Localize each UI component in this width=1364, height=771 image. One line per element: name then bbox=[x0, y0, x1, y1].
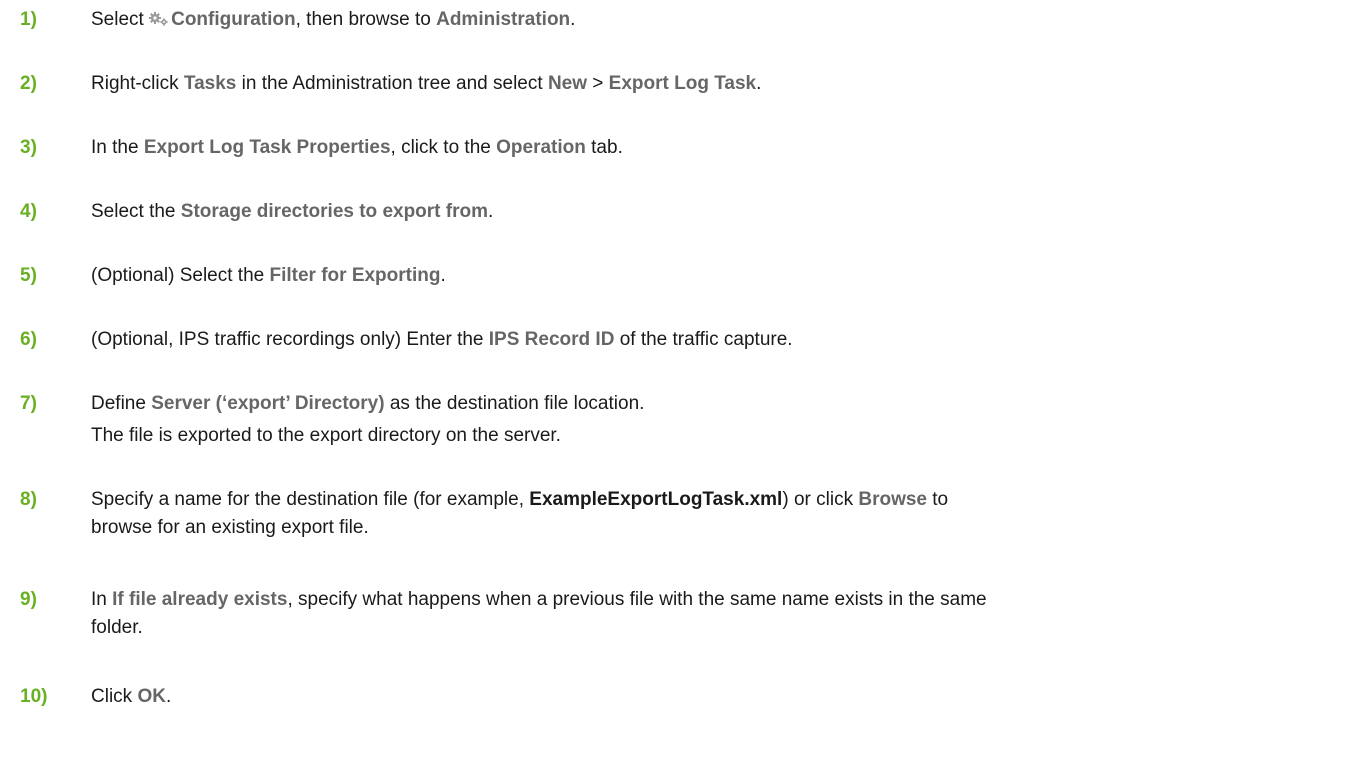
step-number: 9) bbox=[20, 589, 37, 610]
step-text: (Optional, IPS traffic recordings only) … bbox=[91, 326, 1351, 354]
ips-record-id-label: IPS Record ID bbox=[488, 329, 615, 350]
step-text-part: In bbox=[91, 589, 113, 610]
step-text-part: Select bbox=[91, 9, 150, 30]
step-text: (Optional) Select the Filter for Exporti… bbox=[91, 262, 1351, 290]
new-label: New bbox=[547, 73, 588, 94]
tasks-label: Tasks bbox=[183, 73, 237, 94]
step-text: In If file already exists, specify what … bbox=[91, 586, 1351, 642]
export-log-task-properties-label: Export Log Task Properties bbox=[143, 137, 391, 158]
administration-label: Administration bbox=[436, 9, 571, 30]
step-text: Select the Storage directories to export… bbox=[91, 198, 1351, 226]
browse-label: Browse bbox=[858, 489, 927, 510]
step-text: Select Configuration, then browse to Adm… bbox=[91, 6, 1351, 34]
ok-label: OK bbox=[137, 686, 166, 707]
step-text-part: > bbox=[587, 73, 609, 94]
step-number: 4) bbox=[20, 201, 37, 222]
example-file-name: ExampleExportLogTask.xml bbox=[529, 489, 783, 510]
step-text-part: of the traffic capture. bbox=[614, 329, 793, 350]
step-text-part: Click bbox=[91, 686, 138, 707]
step-text-part: . bbox=[756, 73, 762, 94]
step-text: Right-click Tasks in the Administration … bbox=[91, 70, 1351, 98]
step-text-part: to bbox=[926, 489, 949, 510]
step-text-continuation: folder. bbox=[91, 617, 143, 638]
step-number: 2) bbox=[20, 73, 37, 94]
step-text-part: . bbox=[440, 265, 446, 286]
gear-icon bbox=[149, 8, 169, 26]
step-text-part: Define bbox=[91, 393, 152, 414]
filter-for-exporting-label: Filter for Exporting bbox=[269, 265, 441, 286]
export-log-task-label: Export Log Task bbox=[608, 73, 757, 94]
step-text-part: Specify a name for the destination file … bbox=[91, 489, 530, 510]
step-number: 8) bbox=[20, 489, 37, 510]
step-text-continuation: browse for an existing export file. bbox=[91, 517, 369, 538]
operation-tab-label: Operation bbox=[496, 137, 586, 158]
step-text-part: In the bbox=[91, 137, 144, 158]
step-text-part: Right-click bbox=[91, 73, 184, 94]
step-text: Click OK. bbox=[91, 683, 1351, 711]
step-text-part: in the Administration tree and select bbox=[236, 73, 548, 94]
if-file-already-exists-label: If file already exists bbox=[112, 589, 288, 610]
step-text-part: Select the bbox=[91, 201, 181, 222]
storage-directories-label: Storage directories to export from bbox=[180, 201, 489, 222]
step-text: Specify a name for the destination file … bbox=[91, 486, 1351, 542]
step-text-part: as the destination file location. bbox=[384, 393, 645, 414]
step-text-part: , then browse to bbox=[295, 9, 437, 30]
step-text: In the Export Log Task Properties, click… bbox=[91, 134, 1351, 162]
step-text-part: . bbox=[165, 686, 172, 707]
step-number: 1) bbox=[20, 9, 37, 30]
step-number: 3) bbox=[20, 137, 37, 158]
step-text-part: , click to the bbox=[390, 137, 497, 158]
configuration-label: Configuration bbox=[171, 9, 296, 30]
step-number: 10) bbox=[20, 686, 48, 707]
step-text-part: , specify what happens when a previous f… bbox=[287, 589, 987, 610]
step-number: 6) bbox=[20, 329, 37, 350]
step-text-part: ) or click bbox=[782, 489, 859, 510]
server-export-directory-label: Server (‘export’ Directory) bbox=[151, 393, 385, 414]
step-number: 7) bbox=[20, 393, 37, 414]
step-text: Define Server (‘export’ Directory) as th… bbox=[91, 390, 1351, 450]
step-number: 5) bbox=[20, 265, 37, 286]
step-text-part: (Optional) Select the bbox=[91, 265, 270, 286]
step-text-part: (Optional, IPS traffic recordings only) … bbox=[91, 329, 489, 350]
step-text-part: . bbox=[488, 201, 494, 222]
step-text-part: . bbox=[570, 9, 576, 30]
step-text-part: tab. bbox=[585, 137, 623, 158]
step-note: The file is exported to the export direc… bbox=[91, 425, 561, 446]
